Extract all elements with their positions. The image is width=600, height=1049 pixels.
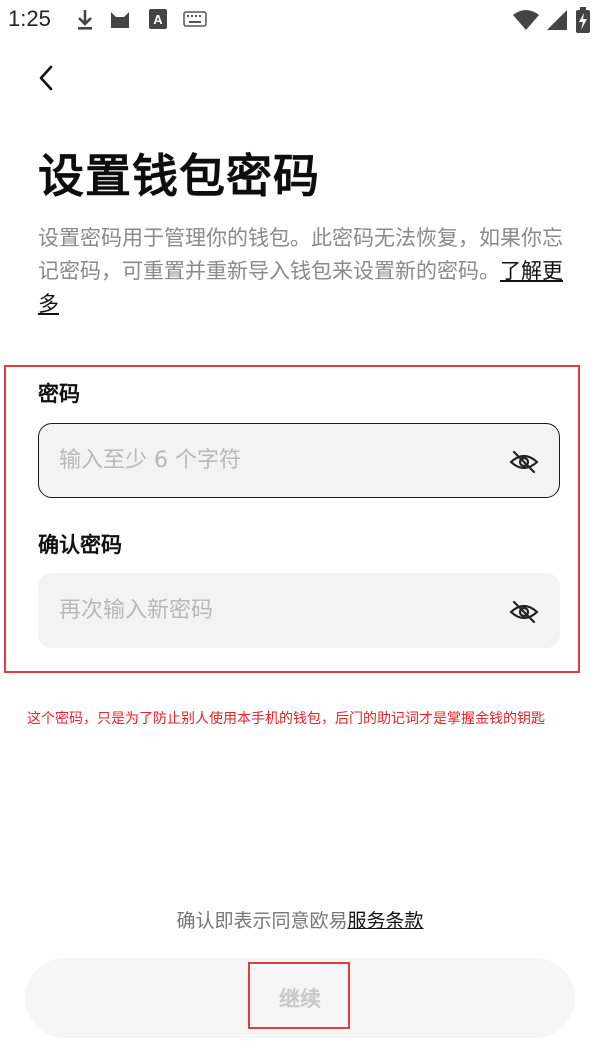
cat-icon <box>111 12 129 28</box>
back-button[interactable] <box>30 60 62 96</box>
continue-label: 继续 <box>279 988 321 1011</box>
terms-of-service-link[interactable]: 服务条款 <box>348 910 424 932</box>
svg-text:A: A <box>153 12 163 27</box>
download-icon <box>78 10 92 30</box>
battery-charging-icon <box>576 7 590 33</box>
terms-line: 确认即表示同意欧易服务条款 <box>0 906 600 933</box>
continue-button[interactable]: 继续 <box>25 958 575 1038</box>
password-input[interactable] <box>59 424 499 497</box>
status-bar: 1:25 A <box>0 0 600 40</box>
eye-off-icon[interactable] <box>509 598 539 626</box>
password-field[interactable] <box>38 423 560 498</box>
wifi-icon <box>513 10 539 30</box>
page-description: 设置密码用于管理你的钱包。此密码无法恢复，如果你忘记密码，可重置并重新导入钱包来… <box>38 222 568 321</box>
page-title: 设置钱包密码 <box>38 149 320 203</box>
password-label: 密码 <box>38 382 80 406</box>
confirm-password-label: 确认密码 <box>38 533 122 557</box>
terms-prefix: 确认即表示同意欧易 <box>176 910 348 932</box>
chevron-left-icon <box>39 65 53 91</box>
confirm-password-field[interactable] <box>38 573 560 648</box>
signal-icon <box>547 10 567 30</box>
annotation-note: 这个密码，只是为了防止别人使用本手机的钱包，后门的助记词才是掌握金钱的钥匙 <box>27 711 545 727</box>
eye-off-icon[interactable] <box>509 448 539 476</box>
description-text: 设置密码用于管理你的钱包。此密码无法恢复，如果你忘记密码，可重置并重新导入钱包来… <box>38 226 563 283</box>
a-icon: A <box>149 9 167 29</box>
confirm-password-input[interactable] <box>59 574 499 647</box>
keyboard-icon <box>183 11 207 27</box>
status-time: 1:25 <box>8 6 51 31</box>
